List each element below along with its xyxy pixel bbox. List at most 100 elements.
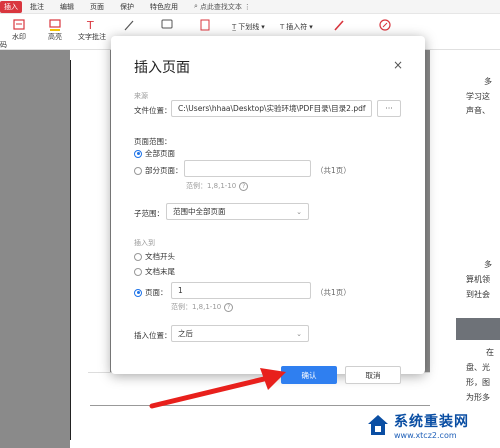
shape-icon <box>200 19 210 31</box>
dialog-title: 插入页面 <box>134 60 190 76</box>
pen-icon <box>124 20 134 31</box>
pencil-icon <box>334 20 344 31</box>
ribbon-watermark-button[interactable]: 水印 <box>12 18 26 42</box>
insert-page-dialog: 插入页面 × 来源 文件位置： C:\Users\hhaa\Desktop\实验… <box>111 36 425 384</box>
doc-start-radio[interactable]: 文档开头 <box>134 251 175 262</box>
menu-tab-edit[interactable]: 编辑 <box>52 2 82 12</box>
insert-position-select[interactable]: 之后 ⌄ <box>171 325 309 342</box>
doc-text: 学习这 <box>466 92 490 101</box>
doc-text: 多 <box>484 77 492 86</box>
document-page-right[interactable]: 多 学习这 声音、 多 算机领 到社会 在 盘、光 形，图 为形多 <box>430 50 500 448</box>
ribbon-caret-button[interactable]: T 插入符 ▾ <box>280 22 313 32</box>
partial-example-text: 范例：1,8,1-10 <box>186 182 237 190</box>
site-watermark: 系统重装网 www.xtcz2.com <box>366 402 500 448</box>
partial-pages-radio[interactable]: 部分页面： <box>134 165 183 176</box>
sub-range-label: 子范围： <box>134 209 164 218</box>
source-section-label: 来源 <box>134 92 148 100</box>
svg-text:T: T <box>86 19 94 32</box>
ribbon-highlight-button[interactable]: 高亮 <box>48 18 62 42</box>
ribbon-comment-button[interactable] <box>160 18 174 32</box>
stamp-icon <box>379 19 391 31</box>
workspace-background <box>0 50 70 448</box>
watermark-title: 系统重装网 <box>394 413 469 430</box>
ribbon-underline-label: 下划线 <box>238 23 260 31</box>
partial-pages-input[interactable] <box>184 160 311 177</box>
highlight-icon <box>49 19 61 31</box>
radio-unchecked-icon <box>134 166 142 175</box>
ribbon-watermark-label: 水印 <box>12 33 26 41</box>
ribbon-text-annotation-label: 文字批注 <box>78 33 106 41</box>
page-example-hint: 范例：1,8,1-10 ? <box>171 302 234 312</box>
caret-icon: T <box>280 23 285 31</box>
watermark-icon <box>13 19 25 30</box>
help-icon[interactable]: ? <box>224 302 234 312</box>
ribbon-stamp-button[interactable] <box>378 18 392 32</box>
document-image <box>456 318 500 340</box>
more-icon[interactable]: ⋮ <box>244 3 251 11</box>
chevron-down-icon: ▾ <box>309 23 313 31</box>
doc-end-label: 文档末尾 <box>145 267 175 276</box>
doc-text: 多 <box>484 260 492 269</box>
ribbon-item-partial[interactable]: 码 <box>0 40 7 50</box>
ribbon-highlight-label: 高亮 <box>48 33 62 41</box>
chevron-down-icon: ⌄ <box>296 207 302 216</box>
watermark-url: www.xtcz2.com <box>394 430 457 440</box>
menu-bar: 插入 批注 编辑 页面 保护 特色应用 ⌕ 点此查找文本 ⋮ <box>0 0 500 14</box>
radio-checked-icon <box>134 149 142 158</box>
sub-range-value: 范围中全部页面 <box>173 207 226 216</box>
sub-range-select[interactable]: 范围中全部页面 ⌄ <box>166 203 309 220</box>
doc-text: 声音、 <box>466 106 490 115</box>
doc-text: 在 <box>486 348 494 357</box>
ribbon-text-annotation-button[interactable]: T 文字批注 <box>78 18 106 42</box>
insert-to-section-label: 插入到 <box>134 239 155 247</box>
search-box[interactable]: ⌕ 点此查找文本 ⋮ <box>194 2 251 12</box>
doc-start-label: 文档开头 <box>145 252 175 261</box>
page-radio[interactable]: 页面： <box>134 287 168 298</box>
page-border <box>70 60 71 440</box>
menu-tab-protect[interactable]: 保护 <box>112 2 142 12</box>
all-pages-radio[interactable]: 全部页面 <box>134 148 175 159</box>
house-logo-icon <box>368 415 388 435</box>
page-number-input[interactable]: 1 <box>171 282 311 299</box>
doc-text: 形，图 <box>466 378 490 387</box>
ribbon-pencil-button[interactable] <box>332 18 346 32</box>
red-arrow-icon <box>149 368 286 409</box>
all-pages-label: 全部页面 <box>145 149 175 158</box>
file-path-input[interactable]: C:\Users\hhaa\Desktop\实验环境\PDF目录\目录2.pdf <box>171 100 372 117</box>
comment-icon <box>161 19 173 29</box>
chevron-down-icon: ⌄ <box>296 329 302 338</box>
close-icon[interactable]: × <box>393 58 403 72</box>
browse-button[interactable]: ··· <box>377 100 401 117</box>
doc-text: 到社会 <box>466 290 490 299</box>
insert-position-value: 之后 <box>178 329 193 338</box>
ribbon-pen-button[interactable] <box>122 18 136 32</box>
page-label: 页面： <box>145 288 168 297</box>
cancel-button[interactable]: 取消 <box>345 366 401 384</box>
partial-example-hint: 范例：1,8,1-10 ? <box>186 181 249 191</box>
doc-end-radio[interactable]: 文档末尾 <box>134 266 175 277</box>
menu-tab-features[interactable]: 特色应用 <box>142 2 186 12</box>
menu-tab-page[interactable]: 页面 <box>82 2 112 12</box>
help-icon[interactable]: ? <box>239 181 249 191</box>
partial-pages-label: 部分页面： <box>145 166 183 175</box>
menu-tab-annotate[interactable]: 批注 <box>22 2 52 12</box>
ribbon-caret-label: 插入符 <box>286 23 308 31</box>
ribbon-underline-button[interactable]: T̲ 下划线 ▾ <box>232 22 265 32</box>
underline-icon: T̲ <box>232 23 237 31</box>
ribbon-shape-button[interactable] <box>198 18 212 32</box>
page-total-label: （共1页） <box>316 288 351 297</box>
partial-total-label: （共1页） <box>316 166 351 175</box>
page-example-text: 范例：1,8,1-10 <box>171 303 222 311</box>
doc-text: 盘、光 <box>466 363 490 372</box>
page-range-section-label: 页面范围： <box>134 137 172 146</box>
radio-checked-icon <box>134 288 142 297</box>
menu-tab-insert[interactable]: 插入 <box>0 0 22 13</box>
chevron-down-icon: ▾ <box>261 23 265 31</box>
search-label: 点此查找文本 <box>199 2 242 11</box>
insert-position-label: 插入位置： <box>134 331 172 340</box>
radio-unchecked-icon <box>134 267 142 276</box>
file-location-label: 文件位置： <box>134 106 172 115</box>
radio-unchecked-icon <box>134 252 142 261</box>
doc-text: 算机领 <box>466 275 490 284</box>
text-annotation-icon: T <box>86 19 94 32</box>
